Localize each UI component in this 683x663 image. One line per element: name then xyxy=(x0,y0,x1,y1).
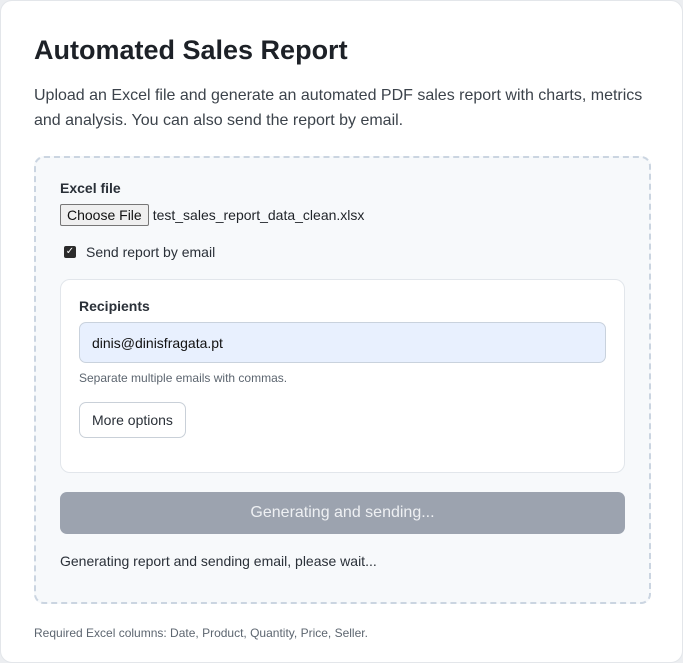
send-email-label: Send report by email xyxy=(86,244,216,260)
file-input[interactable]: Choose File test_sales_report_data_clean… xyxy=(60,204,625,226)
recipients-section: Recipients Separate multiple emails with… xyxy=(60,279,625,473)
choose-file-button[interactable]: Choose File xyxy=(60,204,149,226)
recipients-label: Recipients xyxy=(79,298,150,314)
selected-file-name: test_sales_report_data_clean.xlsx xyxy=(152,207,365,223)
generate-send-button[interactable]: Generating and sending... xyxy=(60,492,625,534)
upload-form-panel: Excel file Choose File test_sales_report… xyxy=(34,156,651,604)
recipients-input[interactable] xyxy=(79,322,606,363)
recipients-hint: Separate multiple emails with commas. xyxy=(79,371,288,385)
excel-file-label: Excel file xyxy=(60,180,121,196)
status-message: Generating report and sending email, ple… xyxy=(60,553,377,569)
send-email-checkbox[interactable]: ✓ xyxy=(64,246,76,258)
report-card: Automated Sales Report Upload an Excel f… xyxy=(0,0,683,663)
send-email-option[interactable]: ✓ Send report by email xyxy=(64,244,625,260)
intro-text: Upload an Excel file and generate an aut… xyxy=(34,87,643,129)
required-columns-note: Required Excel columns: Date, Product, Q… xyxy=(34,626,368,640)
more-options-button[interactable]: More options xyxy=(79,402,186,438)
page-title: Automated Sales Report xyxy=(34,35,348,65)
